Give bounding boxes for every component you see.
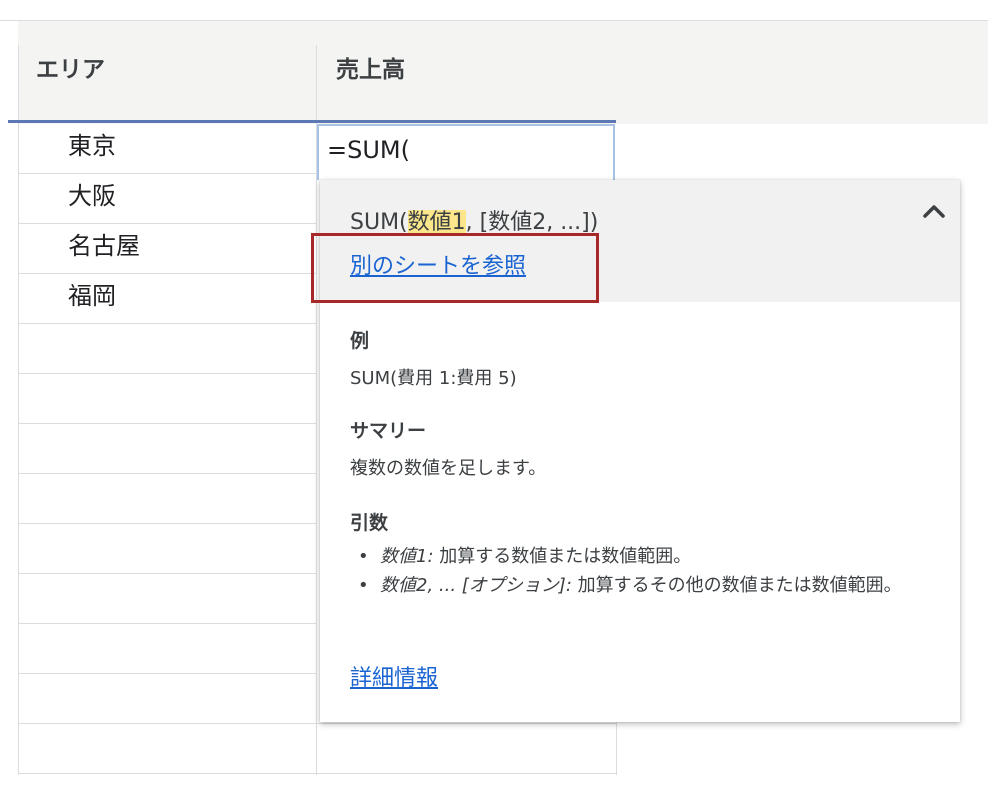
- row-line: [18, 523, 316, 524]
- annotation-highlight-box: [311, 233, 599, 303]
- learn-more-link[interactable]: 詳細情報: [350, 660, 438, 692]
- cell-osaka[interactable]: 大阪: [68, 171, 116, 221]
- row-line: [18, 723, 316, 724]
- row-line: [18, 473, 316, 474]
- column-header-area[interactable]: エリア: [36, 50, 105, 84]
- function-signature: SUM(数値1, [数値2, ...]): [350, 204, 598, 236]
- list-item: • 数値1: 加算する数値または数値範囲。: [358, 546, 692, 567]
- row-line: [316, 723, 616, 724]
- column-header-row: [18, 21, 988, 124]
- formula-help-popup: SUM(数値1, [数値2, ...]) 別のシートを参照 例 SUM(費用 1…: [311, 180, 960, 722]
- example-text: SUM(費用 1:費用 5): [350, 368, 517, 389]
- arg-name: 数値1:: [380, 546, 434, 567]
- cell-fukuoka[interactable]: 福岡: [68, 271, 116, 321]
- row-line: [18, 173, 316, 174]
- cell-nagoya[interactable]: 名古屋: [68, 221, 140, 271]
- row-line: [18, 223, 316, 224]
- column-header-sales[interactable]: 売上高: [336, 50, 405, 84]
- signature-rest: , [数値2, ...]): [465, 210, 599, 235]
- row-line: [18, 373, 316, 374]
- arg-name: 数値2, ... [オプション]:: [380, 575, 572, 596]
- summary-text: 複数の数値を足します。: [350, 458, 547, 479]
- example-title: 例: [350, 330, 370, 352]
- row-line: [18, 623, 316, 624]
- cell-tokyo[interactable]: 東京: [68, 121, 116, 171]
- summary-title: サマリー: [350, 420, 427, 442]
- row-line: [18, 423, 316, 424]
- arguments-title: 引数: [350, 512, 389, 534]
- chevron-up-icon[interactable]: [918, 196, 950, 228]
- signature-name: SUM(: [350, 210, 408, 235]
- row-line: [18, 323, 316, 324]
- arg-desc: 加算するその他の数値または数値範囲。: [577, 575, 902, 596]
- arg-desc: 加算する数値または数値範囲。: [439, 546, 692, 567]
- formula-input[interactable]: =SUM(: [327, 136, 410, 164]
- arguments-list: • 数値1: 加算する数値または数値範囲。 • 数値2, ... [オプション]: …: [350, 542, 940, 600]
- row-line: [18, 273, 316, 274]
- row-line: [18, 773, 316, 774]
- row-line: [18, 673, 316, 674]
- row-line: [18, 573, 316, 574]
- list-item: • 数値2, ... [オプション]: 加算するその他の数値または数値範囲。: [358, 575, 902, 596]
- active-cell-editor[interactable]: =SUM(: [317, 124, 615, 180]
- signature-active-arg: 数値1: [407, 210, 466, 235]
- row-line: [316, 773, 616, 774]
- grid-line-left: [18, 45, 19, 775]
